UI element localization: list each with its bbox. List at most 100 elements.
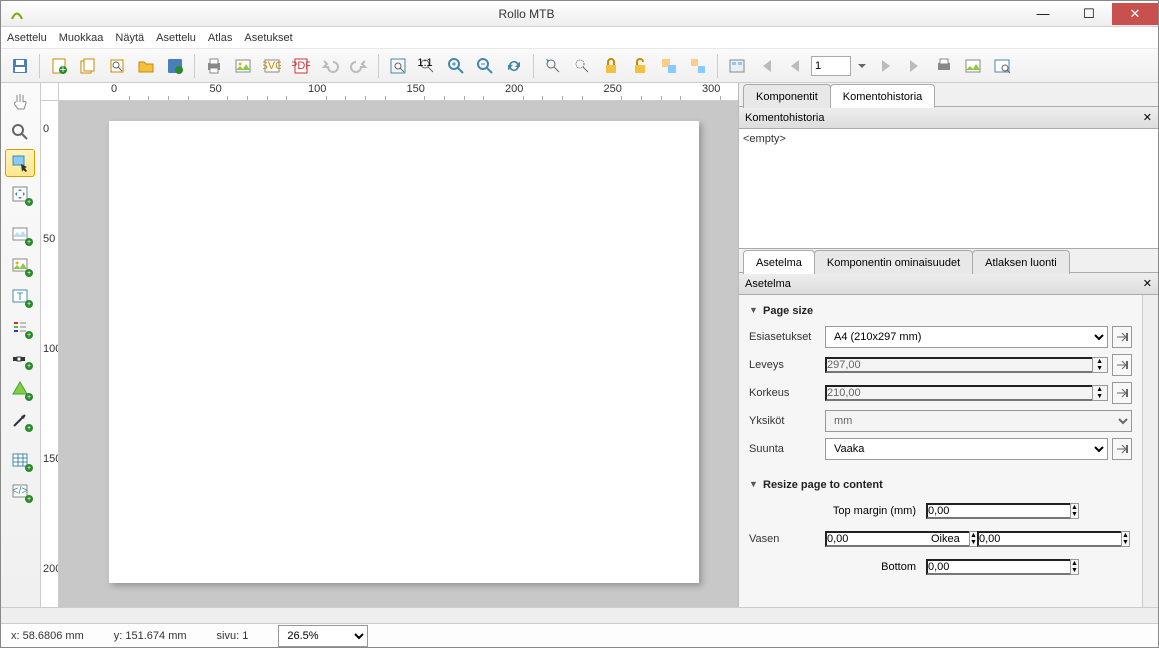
status-page: sivu: 1 bbox=[217, 630, 249, 642]
group-resize-page[interactable]: Resize page to content bbox=[745, 473, 1136, 497]
atlas-next-icon[interactable] bbox=[873, 53, 899, 79]
zoom-in-icon[interactable] bbox=[443, 53, 469, 79]
korkeus-down-icon[interactable]: ▼ bbox=[1093, 393, 1107, 400]
esiasetukset-assign-icon[interactable] bbox=[1112, 326, 1132, 348]
atlas-settings-icon[interactable] bbox=[724, 53, 750, 79]
lock-icon[interactable] bbox=[598, 53, 624, 79]
leveys-input[interactable] bbox=[825, 357, 1092, 373]
zoom-tool-icon[interactable] bbox=[5, 118, 35, 146]
esiasetukset-select[interactable]: A4 (210x297 mm) bbox=[825, 326, 1108, 348]
leveys-up-icon[interactable]: ▲ bbox=[1093, 358, 1107, 365]
ungroup-icon[interactable] bbox=[685, 53, 711, 79]
bottom-label: Bottom bbox=[825, 561, 920, 573]
add-label-icon[interactable]: T+ bbox=[5, 282, 35, 310]
atlas-first-icon[interactable] bbox=[753, 53, 779, 79]
atlas-print-icon[interactable] bbox=[931, 53, 957, 79]
zoom-map-icon[interactable] bbox=[569, 53, 595, 79]
tab-komponentit[interactable]: Komponentit bbox=[743, 84, 831, 108]
atlas-page-input[interactable] bbox=[811, 56, 851, 76]
menu-atlas[interactable]: Atlas bbox=[208, 32, 232, 44]
tab-komponentin-ominaisuudet[interactable]: Komponentin ominaisuudet bbox=[814, 250, 973, 274]
move-content-tool-icon[interactable]: + bbox=[5, 180, 35, 208]
korkeus-assign-icon[interactable] bbox=[1112, 382, 1132, 404]
atlas-preview-icon[interactable] bbox=[989, 53, 1015, 79]
add-table-icon[interactable]: + bbox=[5, 446, 35, 474]
topmargin-input[interactable] bbox=[926, 503, 1070, 519]
korkeus-up-icon[interactable]: ▲ bbox=[1093, 386, 1107, 393]
zoom-100-icon[interactable]: 1:1 bbox=[414, 53, 440, 79]
history-list[interactable]: <empty> bbox=[739, 129, 1158, 249]
bottom-down-icon[interactable]: ▼ bbox=[1071, 567, 1078, 574]
pan-map-icon[interactable] bbox=[540, 53, 566, 79]
close-button[interactable]: ✕ bbox=[1112, 3, 1158, 25]
add-html-icon[interactable]: </>+ bbox=[5, 477, 35, 505]
print-icon[interactable] bbox=[201, 53, 227, 79]
zoom-out-icon[interactable] bbox=[472, 53, 498, 79]
zoom-extents-icon[interactable] bbox=[385, 53, 411, 79]
status-x: x: 58.6806 mm bbox=[11, 630, 84, 642]
add-legend-icon[interactable]: + bbox=[5, 313, 35, 341]
refresh-icon[interactable] bbox=[501, 53, 527, 79]
oikea-down-icon[interactable]: ▼ bbox=[1122, 539, 1129, 546]
atlas-last-icon[interactable] bbox=[902, 53, 928, 79]
menu-muokkaa[interactable]: Muokkaa bbox=[59, 32, 104, 44]
save-icon[interactable] bbox=[7, 53, 33, 79]
atlas-export-image-icon[interactable] bbox=[960, 53, 986, 79]
group-icon[interactable] bbox=[656, 53, 682, 79]
add-scalebar-icon[interactable]: + bbox=[5, 344, 35, 372]
export-svg-icon[interactable]: SVG bbox=[259, 53, 285, 79]
new-layout-icon[interactable]: + bbox=[46, 53, 72, 79]
save-template-icon[interactable] bbox=[162, 53, 188, 79]
vasen-up-icon[interactable]: ▲ bbox=[970, 532, 977, 539]
menu-asettelu2[interactable]: Asettelu bbox=[156, 32, 196, 44]
maximize-button[interactable]: ☐ bbox=[1066, 3, 1112, 25]
suunta-select[interactable]: Vaaka bbox=[825, 438, 1108, 460]
layout-page[interactable] bbox=[109, 121, 699, 583]
window-title: Rollo MTB bbox=[33, 7, 1020, 21]
horizontal-scrollbar[interactable] bbox=[1, 607, 1158, 623]
tab-komentohistoria[interactable]: Komentohistoria bbox=[830, 84, 936, 108]
menu-asetukset[interactable]: Asetukset bbox=[244, 32, 292, 44]
leveys-down-icon[interactable]: ▼ bbox=[1093, 365, 1107, 372]
vasen-down-icon[interactable]: ▼ bbox=[970, 539, 977, 546]
pan-tool-icon[interactable] bbox=[5, 87, 35, 115]
left-toolbar: + + + T+ + + + + + </>+ bbox=[1, 83, 41, 607]
select-tool-icon[interactable] bbox=[5, 149, 35, 177]
topmargin-down-icon[interactable]: ▼ bbox=[1071, 511, 1078, 518]
korkeus-input[interactable] bbox=[825, 385, 1092, 401]
undo-icon[interactable] bbox=[317, 53, 343, 79]
minimize-button[interactable]: — bbox=[1020, 3, 1066, 25]
oikea-input[interactable] bbox=[977, 531, 1121, 547]
add-map-icon[interactable]: + bbox=[5, 220, 35, 248]
group-page-size[interactable]: Page size bbox=[745, 299, 1136, 323]
layout-manager-icon[interactable] bbox=[104, 53, 130, 79]
export-pdf-icon[interactable]: PDF bbox=[288, 53, 314, 79]
properties-scrollbar[interactable] bbox=[1142, 295, 1158, 607]
add-image-icon[interactable]: + bbox=[5, 251, 35, 279]
history-close-icon[interactable]: ✕ bbox=[1143, 111, 1152, 124]
yksikot-select[interactable]: mm bbox=[825, 410, 1132, 432]
atlas-page-dropdown-icon[interactable] bbox=[854, 53, 870, 79]
tab-atlaksen-luonti[interactable]: Atlaksen luonti bbox=[972, 250, 1070, 274]
oikea-up-icon[interactable]: ▲ bbox=[1122, 532, 1129, 539]
leveys-assign-icon[interactable] bbox=[1112, 354, 1132, 376]
tab-asetelma[interactable]: Asetelma bbox=[743, 250, 815, 274]
asetelma-properties[interactable]: Page size Esiasetukset A4 (210x297 mm) L… bbox=[739, 295, 1142, 607]
menu-asettelu[interactable]: Asettelu bbox=[7, 32, 47, 44]
add-arrow-icon[interactable]: + bbox=[5, 406, 35, 434]
menu-nayta[interactable]: Näytä bbox=[115, 32, 144, 44]
bottom-input[interactable] bbox=[926, 559, 1070, 575]
topmargin-up-icon[interactable]: ▲ bbox=[1071, 504, 1078, 511]
redo-icon[interactable] bbox=[346, 53, 372, 79]
asetelma-close-icon[interactable]: ✕ bbox=[1143, 277, 1152, 290]
layout-canvas[interactable] bbox=[59, 101, 738, 607]
add-shape-icon[interactable]: + bbox=[5, 375, 35, 403]
export-image-icon[interactable] bbox=[230, 53, 256, 79]
zoom-select[interactable]: 26.5% bbox=[278, 625, 368, 647]
suunta-assign-icon[interactable] bbox=[1112, 438, 1132, 460]
unlock-icon[interactable] bbox=[627, 53, 653, 79]
bottom-up-icon[interactable]: ▲ bbox=[1071, 560, 1078, 567]
open-folder-icon[interactable] bbox=[133, 53, 159, 79]
atlas-prev-icon[interactable] bbox=[782, 53, 808, 79]
duplicate-layout-icon[interactable] bbox=[75, 53, 101, 79]
